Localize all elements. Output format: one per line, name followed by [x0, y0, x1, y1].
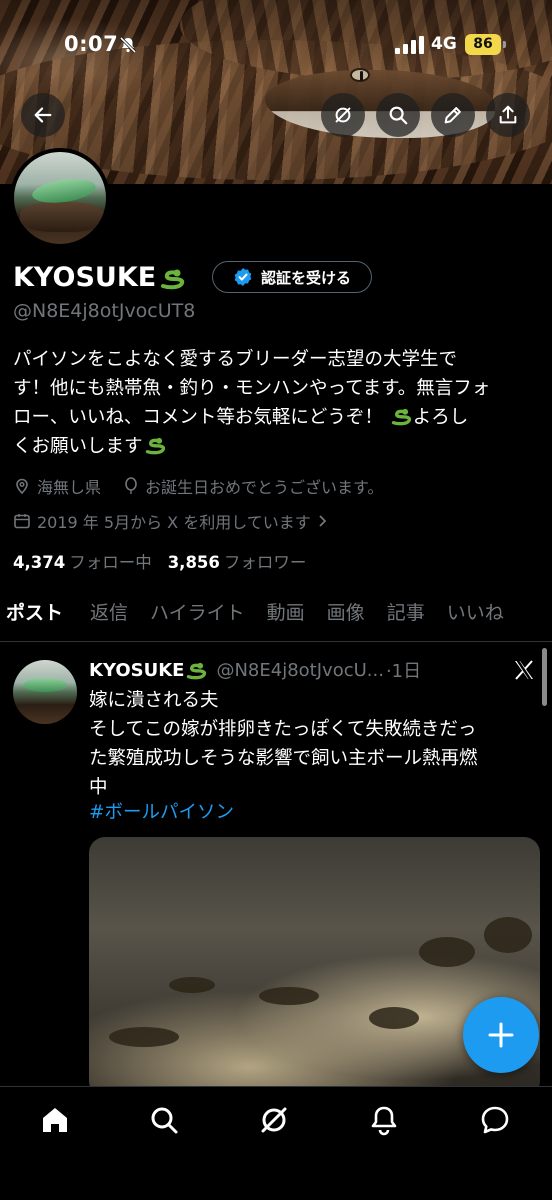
followers-label: フォロワー — [223, 553, 307, 572]
plus-icon — [488, 1022, 514, 1048]
scrollbar[interactable] — [542, 648, 547, 706]
grok-icon — [335, 107, 351, 123]
get-verified-button[interactable]: 認証を受ける — [212, 261, 372, 293]
snake-emoji-icon — [161, 269, 185, 289]
tweet-avatar[interactable] — [13, 660, 77, 724]
arrow-left-icon — [34, 107, 52, 123]
following-label: フォロー中 — [69, 553, 152, 572]
tweet-line: 嫁に潰される夫 — [89, 690, 219, 711]
profile-name-row: KYOSUKE — [13, 262, 186, 293]
search-icon[interactable] — [148, 1104, 180, 1136]
network-type: 4G — [431, 34, 457, 54]
tab-images[interactable]: 画像 — [316, 594, 376, 641]
share-icon — [499, 105, 517, 124]
tweet-line: そしてこの嫁が排卵きたっぽくて失敗続きだっ — [89, 719, 477, 740]
tab-highlights[interactable]: ハイライト — [139, 594, 256, 641]
tab-videos[interactable]: 動画 — [256, 594, 316, 641]
profile-tabs: ポスト 返信 ハイライト 動画 画像 記事 いいね — [0, 594, 552, 642]
tweet-hashtag[interactable]: #ボールパイソン — [89, 798, 234, 824]
followers-count: 3,856 — [167, 553, 220, 572]
profile-birthday: お誕生日おめでとうございます。 — [123, 474, 383, 498]
tab-articles[interactable]: 記事 — [376, 594, 436, 641]
notifications-bell-icon[interactable] — [368, 1104, 400, 1136]
get-verified-label: 認証を受ける — [260, 268, 351, 287]
bottom-navigation — [0, 1086, 552, 1200]
snake-emoji-icon — [187, 662, 207, 680]
tweet-author-handle: @N8E4j8otJvocU... — [216, 659, 384, 681]
x-logo-icon — [515, 660, 533, 680]
location-pin-icon — [16, 478, 28, 495]
tweet-header: KYOSUKE @N8E4j8otJvocU... ·1日 — [89, 657, 489, 683]
joined-text: 2019 年 5月から X を利用しています — [37, 513, 311, 532]
bell-slash-icon — [119, 36, 137, 54]
bio-line: パイソンをこよなく愛するブリーダー志望の大学生で — [13, 349, 458, 370]
pencil-icon — [444, 107, 461, 124]
battery-indicator: 86 — [465, 34, 501, 55]
share-button[interactable] — [486, 93, 530, 137]
location-text: 海無し県 — [37, 478, 102, 497]
search-button[interactable] — [376, 93, 420, 137]
status-time: 0:07 — [64, 32, 119, 56]
tab-posts[interactable]: ポスト — [0, 594, 79, 641]
birthday-text: お誕生日おめでとうございます。 — [145, 478, 384, 497]
bio-line: ロー、いいね、コメント等お気軽にどうぞ！ よろし — [13, 407, 469, 428]
chevron-right-icon — [319, 515, 327, 527]
snake-emoji-icon — [145, 437, 165, 455]
profile-joined[interactable]: 2019 年 5月から X を利用しています — [13, 509, 329, 533]
balloon-icon — [125, 477, 137, 494]
follow-stats: 4,374 フォロー中 3,856 フォロワー — [13, 549, 306, 573]
status-bar: 0:07 4G 86 — [0, 0, 552, 90]
profile-location: 海無し県 — [13, 474, 101, 498]
back-button[interactable] — [21, 93, 65, 137]
grok-icon[interactable] — [258, 1104, 290, 1136]
bio-line: くお願いします — [13, 432, 543, 461]
tab-replies[interactable]: 返信 — [79, 594, 139, 641]
profile-bio: パイソンをこよなく愛するブリーダー志望の大学生で す！他にも熱帯魚・釣り・モンハ… — [13, 345, 543, 461]
tweet-time: ·1日 — [385, 661, 422, 682]
grok-button[interactable] — [321, 93, 365, 137]
verified-badge-icon — [234, 268, 252, 286]
tweet-author-name: KYOSUKE — [89, 659, 185, 681]
followers-link[interactable]: 3,856 フォロワー — [168, 549, 307, 573]
tab-likes[interactable]: いいね — [436, 594, 515, 641]
compose-post-button[interactable] — [463, 997, 539, 1073]
search-icon — [389, 106, 408, 125]
following-link[interactable]: 4,374 フォロー中 — [13, 549, 152, 573]
display-name: KYOSUKE — [13, 262, 157, 293]
profile-meta: 海無し県 お誕生日おめでとうございます。 — [13, 474, 405, 498]
following-count: 4,374 — [13, 553, 66, 572]
home-icon[interactable] — [39, 1104, 71, 1136]
signal-icon — [395, 36, 424, 54]
messages-icon[interactable] — [479, 1104, 511, 1136]
bio-line: す！他にも熱帯魚・釣り・モンハンやってます。無言フォ — [13, 378, 491, 399]
profile-handle: @N8E4j8otJvocUT8 — [13, 300, 196, 322]
tweet-line: た繁殖成功しそうな影響で飼い主ボール熱再燃 — [89, 748, 478, 769]
profile-avatar[interactable] — [10, 148, 110, 248]
snake-emoji-icon — [391, 408, 411, 426]
tweet-text: 嫁に潰される夫 そしてこの嫁が排卵きたっぽくて失敗続きだっ た繁殖成功しそうな影… — [89, 686, 539, 802]
calendar-icon — [14, 514, 30, 529]
edit-button[interactable] — [431, 93, 475, 137]
